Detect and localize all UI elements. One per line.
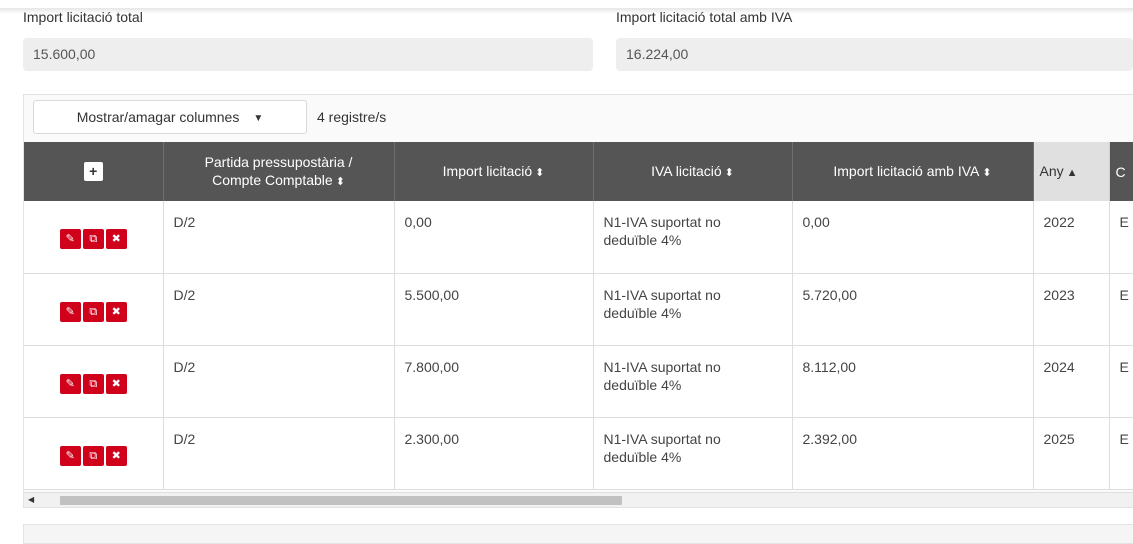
sort-icon: ⬍ [982,166,992,179]
cell-next: E [1109,345,1133,418]
show-hide-columns-label: Mostrar/amagar columnes [76,109,240,125]
cell-import-iva: 0,00 [792,201,1034,274]
table-row: ✎ ⧉ ✖ D/2 7.800,00 N1-IVA suportat no deduï… [24,345,1133,418]
sort-icon: ⬍ [535,166,545,179]
header-partida[interactable]: Partida pressupostària / Compte Comptable… [163,142,395,201]
total-label: Import licitació total [23,9,143,25]
add-row-button[interactable]: + [83,162,103,181]
caret-down-icon: ▼ [253,113,264,124]
cell-iva-line2: deduïble 4% [603,376,682,393]
copy-icon[interactable]: ⧉ [82,229,104,250]
table-header-row: + Partida pressupostària / Compte Comptab… [24,142,1133,201]
total-iva-field: 16.224,00 [616,38,1133,71]
records-count: 4 registre/s [317,109,387,125]
cell-next: E [1109,417,1133,490]
cell-partida: D/2 [163,417,395,490]
cell-any: 2024 [1033,345,1110,418]
cell-iva: N1-IVA suportat no deduïble 4% [593,345,793,418]
header-import-label: Import licitació [442,162,533,179]
copy-icon[interactable]: ⧉ [82,445,104,466]
cell-import: 0,00 [394,201,594,274]
cell-partida: D/2 [163,201,395,274]
total-iva-label: Import licitació total amb IVA [616,9,793,25]
delete-icon[interactable]: ✖ [105,229,127,250]
cell-next: E [1109,201,1133,274]
header-partida-line1: Partida pressupostària / [204,153,353,170]
cell-iva-line2: deduïble 4% [603,304,682,321]
cell-next: E [1109,273,1133,346]
top-shadow [0,8,1133,14]
cell-partida: D/2 [163,345,395,418]
edit-icon[interactable]: ✎ [59,445,81,466]
sort-icon: ⬍ [335,175,345,188]
cell-iva-line1: N1-IVA suportat no [603,430,721,447]
edit-icon[interactable]: ✎ [59,229,81,250]
table-row: ✎ ⧉ ✖ D/2 0,00 N1-IVA suportat no deduïble … [24,201,1133,274]
total-field: 15.600,00 [23,38,593,71]
data-table: + Partida pressupostària / Compte Comptab… [24,142,1133,490]
scrollbar-thumb[interactable] [60,496,622,505]
cell-import-iva: 2.392,00 [792,417,1034,490]
cell-import: 5.500,00 [394,273,594,346]
cell-iva: N1-IVA suportat no deduïble 4% [593,417,793,490]
cell-import-iva: 8.112,00 [792,345,1034,418]
header-import[interactable]: Import licitació ⬍ [394,142,594,201]
cell-iva-line1: N1-IVA suportat no [603,286,721,303]
cell-iva-line2: deduïble 4% [603,448,682,465]
header-import-iva[interactable]: Import licitació amb IVA ⬍ [792,142,1034,201]
cell-import: 2.300,00 [394,417,594,490]
row-actions: ✎ ⧉ ✖ [24,417,164,490]
header-iva-label: IVA licitació [651,162,722,179]
cell-iva: N1-IVA suportat no deduïble 4% [593,273,793,346]
row-actions: ✎ ⧉ ✖ [24,201,164,274]
cell-partida: D/2 [163,273,395,346]
delete-icon[interactable]: ✖ [105,445,127,466]
horizontal-scrollbar[interactable]: ◀ [24,492,1133,507]
next-section-panel [23,524,1133,544]
cell-any: 2022 [1033,201,1110,274]
copy-icon[interactable]: ⧉ [82,301,104,322]
sort-icon: ⬍ [724,166,734,179]
table-row: ✎ ⧉ ✖ D/2 5.500,00 N1-IVA suportat no deduï… [24,273,1133,346]
header-iva[interactable]: IVA licitació ⬍ [593,142,793,201]
show-hide-columns-button[interactable]: Mostrar/amagar columnes ▼ [33,100,307,134]
row-actions: ✎ ⧉ ✖ [24,345,164,418]
edit-icon[interactable]: ✎ [59,301,81,322]
row-actions: ✎ ⧉ ✖ [24,273,164,346]
delete-icon[interactable]: ✖ [105,301,127,322]
scroll-left-icon[interactable]: ◀ [28,495,34,504]
header-any-label: Any [1039,162,1064,179]
table-row: ✎ ⧉ ✖ D/2 2.300,00 N1-IVA suportat no deduï… [24,417,1133,490]
cell-iva-line2: deduïble 4% [603,232,682,248]
header-actions: + [24,142,164,201]
cell-any: 2025 [1033,417,1110,490]
delete-icon[interactable]: ✖ [105,373,127,394]
sort-asc-icon: ▲ [1066,166,1078,179]
cell-iva-line1: N1-IVA suportat no [603,358,721,375]
cell-import: 7.800,00 [394,345,594,418]
header-next[interactable]: C [1109,142,1133,201]
cell-import-iva: 5.720,00 [792,273,1034,346]
header-next-label: C [1115,163,1126,180]
header-import-iva-label: Import licitació amb IVA [833,162,980,179]
copy-icon[interactable]: ⧉ [82,373,104,394]
cell-iva-line1: N1-IVA suportat no [603,214,721,230]
cell-any: 2023 [1033,273,1110,346]
header-any[interactable]: Any ▲ [1033,142,1110,201]
header-partida-line2: Compte Comptable [212,171,333,188]
cell-iva: N1-IVA suportat no deduïble 4% [593,201,793,274]
edit-icon[interactable]: ✎ [59,373,81,394]
data-table-container: + Partida pressupostària / Compte Comptab… [24,142,1133,492]
